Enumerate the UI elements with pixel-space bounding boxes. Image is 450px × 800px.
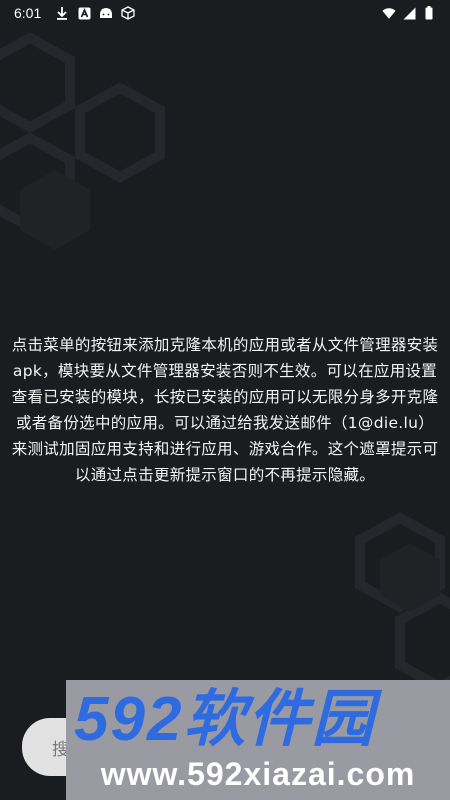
watermark-logo: 592软件园 [74, 685, 382, 752]
watermark-banner: 592软件园 www.592xiazai.com [66, 680, 450, 800]
hint-text: 点击菜单的按钮来添加克隆本机的应用或者从文件管理器安装apk，模块要从文件管理器… [11, 336, 439, 484]
watermark-url: www.592xiazai.com [100, 756, 416, 792]
svg-text:592软件园: 592软件园 [74, 685, 382, 752]
